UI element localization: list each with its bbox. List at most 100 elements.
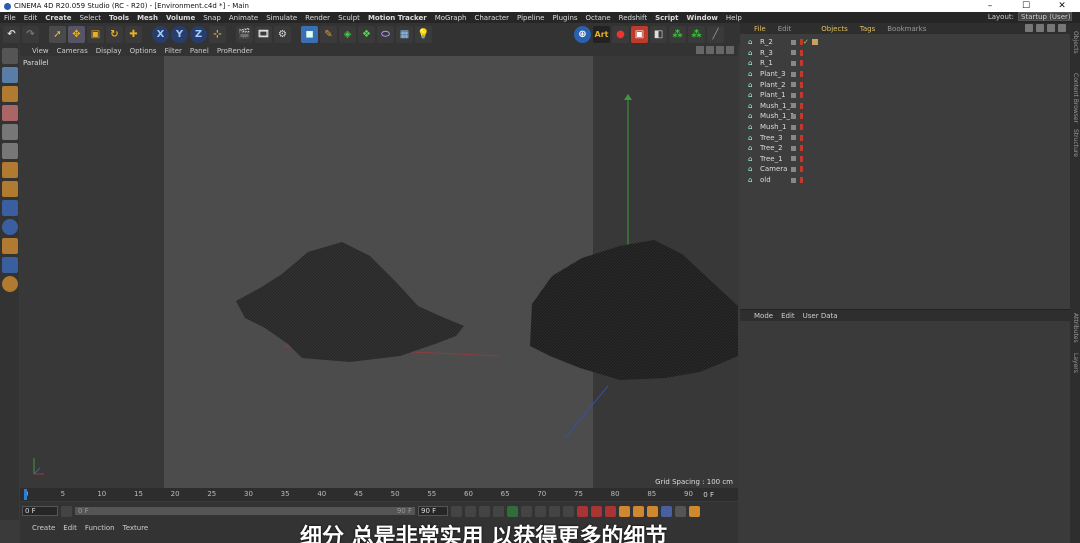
object-name[interactable]: Plant_3 xyxy=(760,70,786,78)
om-tab-file[interactable]: File xyxy=(754,25,766,33)
live-selection-icon[interactable]: ➚ xyxy=(49,25,66,43)
maximize-view-icon[interactable] xyxy=(726,46,734,54)
menu-item-plugins[interactable]: Plugins xyxy=(552,14,577,22)
object-row[interactable]: ⌂ Tree_1 xyxy=(740,154,1060,165)
brush-icon[interactable]: ╱ xyxy=(707,25,724,43)
menu-item-help[interactable]: Help xyxy=(726,14,742,22)
tab-content-browser[interactable]: Content Browser xyxy=(1071,73,1079,123)
layer-icon[interactable] xyxy=(791,82,796,88)
menu-item-render[interactable]: Render xyxy=(305,14,330,22)
layer-icon[interactable] xyxy=(791,113,796,119)
cloner-icon[interactable]: ❖ xyxy=(358,25,375,43)
pan-icon[interactable] xyxy=(696,46,704,54)
next-key-icon[interactable] xyxy=(535,505,546,517)
y-axis-icon[interactable]: Y xyxy=(171,25,188,43)
scheme-icon[interactable] xyxy=(689,505,700,517)
molecule-icon[interactable]: ⁂ xyxy=(669,25,686,43)
object-name[interactable]: Plant_2 xyxy=(760,81,786,89)
am-tab-mode[interactable]: Mode xyxy=(754,312,773,320)
menu-item-simulate[interactable]: Simulate xyxy=(266,14,297,22)
redo-icon[interactable]: ↷ xyxy=(22,25,39,43)
object-row[interactable]: ⌂ Tree_2 xyxy=(740,143,1060,154)
object-name[interactable]: Plant_1 xyxy=(760,91,786,99)
menu-item-edit[interactable]: Edit xyxy=(24,14,38,22)
move-icon[interactable]: ✥ xyxy=(68,25,85,43)
layer-icon[interactable] xyxy=(791,145,796,151)
next-frame-icon[interactable] xyxy=(521,505,532,517)
object-name[interactable]: Mush_1 xyxy=(760,123,787,131)
visibility-dots-icon[interactable] xyxy=(800,81,803,88)
object-row[interactable]: ⌂ Mush_1_1 xyxy=(740,111,1060,122)
om-tab-tags[interactable]: Tags xyxy=(860,25,876,33)
render-settings-icon[interactable]: ⚙ xyxy=(274,25,291,43)
am-tab-edit[interactable]: Edit xyxy=(781,312,795,320)
light-icon[interactable]: 💡 xyxy=(415,25,432,43)
model-mode-icon[interactable] xyxy=(2,48,18,64)
loop-icon[interactable] xyxy=(563,505,574,517)
object-row[interactable]: ⌂ old xyxy=(740,175,1060,186)
visibility-dots-icon[interactable] xyxy=(800,71,803,78)
menu-item-tools[interactable]: Tools xyxy=(109,14,129,22)
menu-item-sculpt[interactable]: Sculpt xyxy=(338,14,360,22)
object-row[interactable]: ⌂ R_2 ✓ xyxy=(740,37,1060,48)
timeline-ruler[interactable]: 051015202530354045505560657075808590 0 F xyxy=(20,488,738,501)
coordinate-system-icon[interactable]: ⊹ xyxy=(209,25,226,43)
render-picture-viewer-icon[interactable]: 🎞 xyxy=(255,25,272,43)
parameter-key-icon[interactable] xyxy=(661,505,672,517)
viewport-menu-filter[interactable]: Filter xyxy=(165,47,182,55)
polygons-mode-icon[interactable] xyxy=(2,162,18,178)
go-to-start-icon[interactable] xyxy=(465,505,476,517)
go-to-end-icon[interactable] xyxy=(549,505,560,517)
visibility-dots-icon[interactable] xyxy=(800,145,803,152)
object-name[interactable]: Tree_3 xyxy=(760,134,783,142)
object-name[interactable]: Tree_1 xyxy=(760,155,783,163)
object-row[interactable]: ⌂ Mush_1_2 xyxy=(740,101,1060,112)
visibility-dots-icon[interactable] xyxy=(800,166,803,173)
viewport-menu-view[interactable]: View xyxy=(32,47,49,55)
layout-dropdown[interactable]: Startup (User) xyxy=(1018,12,1072,21)
cube-icon[interactable]: ◼ xyxy=(301,25,318,43)
menu-item-mesh[interactable]: Mesh xyxy=(137,14,158,22)
end-frame-arrow-icon[interactable] xyxy=(451,505,462,517)
up-icon[interactable] xyxy=(1047,24,1055,32)
layer-icon[interactable] xyxy=(791,71,796,77)
object-row[interactable]: ⌂ R_1 xyxy=(740,58,1060,69)
enabled-check-icon[interactable]: ✓ xyxy=(803,38,809,46)
menu-item-motion-tracker[interactable]: Motion Tracker xyxy=(368,14,427,22)
layer-icon[interactable] xyxy=(791,103,796,109)
layer-icon[interactable] xyxy=(791,166,796,172)
visibility-dots-icon[interactable] xyxy=(800,177,803,184)
previous-key-icon[interactable] xyxy=(479,505,490,517)
layer-icon[interactable] xyxy=(791,60,796,66)
layer-icon[interactable] xyxy=(791,50,796,56)
object-row[interactable]: ⌂ Plant_1 xyxy=(740,90,1060,101)
rotate-icon[interactable]: ↻ xyxy=(106,25,123,43)
keyframe-selection-icon[interactable] xyxy=(605,505,616,517)
edges-mode-icon[interactable] xyxy=(2,143,18,159)
menu-item-animate[interactable]: Animate xyxy=(229,14,258,22)
object-name[interactable]: old xyxy=(760,176,771,184)
undo-icon[interactable]: ↶ xyxy=(3,25,20,43)
viewport-menu-prorender[interactable]: ProRender xyxy=(217,47,253,55)
viewport-menu-cameras[interactable]: Cameras xyxy=(57,47,88,55)
visibility-dots-icon[interactable] xyxy=(800,92,803,99)
layer-icon[interactable] xyxy=(791,124,796,130)
solo-icon[interactable] xyxy=(2,219,18,235)
pen-icon[interactable]: ✎ xyxy=(320,25,337,43)
axis-mode-icon[interactable] xyxy=(2,181,18,197)
points-mode-icon[interactable] xyxy=(2,124,18,140)
octane-icon[interactable]: ⊕ xyxy=(574,25,591,43)
object-name[interactable]: Mush_1_1 xyxy=(760,112,794,120)
layer-icon[interactable] xyxy=(791,156,796,162)
recent-tools-icon[interactable]: ✚ xyxy=(125,25,142,43)
record-key-icon[interactable] xyxy=(577,505,588,517)
texture-mode-icon[interactable] xyxy=(2,86,18,102)
redshift-icon[interactable]: ▣ xyxy=(631,25,648,43)
viewport-menu-display[interactable]: Display xyxy=(96,47,122,55)
object-row[interactable]: ⌂ Plant_3 xyxy=(740,69,1060,80)
menu-item-create[interactable]: Create xyxy=(45,14,71,22)
frame-range-slider[interactable]: 0 F 90 F xyxy=(75,507,415,515)
layer-icon[interactable] xyxy=(791,177,796,183)
object-name[interactable]: R_2 xyxy=(760,38,773,46)
visibility-dots-icon[interactable] xyxy=(800,102,803,109)
